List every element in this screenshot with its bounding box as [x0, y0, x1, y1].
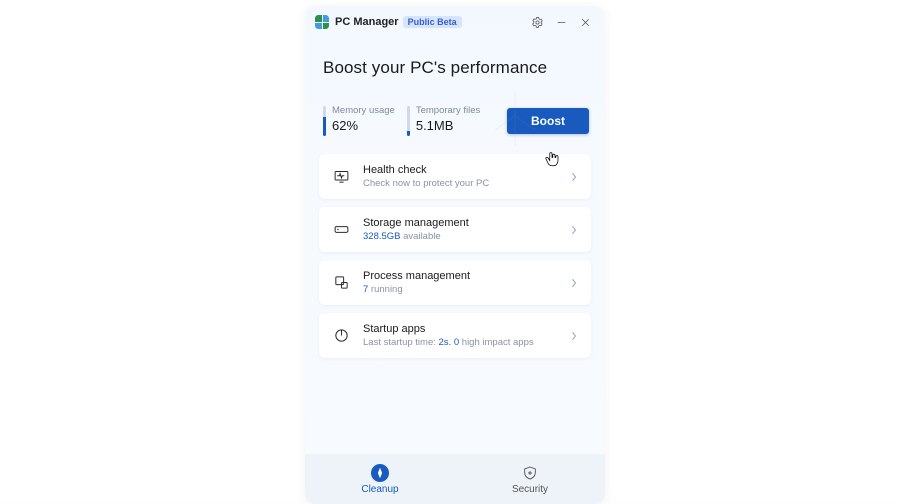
minimize-icon: [555, 16, 568, 29]
shield-icon: [521, 464, 539, 482]
health-check-title: Health check: [363, 164, 555, 176]
memory-usage-stat: Memory usage 62%: [323, 106, 395, 136]
temp-files-label: Temporary files: [416, 106, 480, 116]
chevron-right-icon: [567, 170, 581, 184]
app-logo-icon: [315, 15, 329, 29]
settings-button[interactable]: [525, 10, 549, 34]
stats-row: Memory usage 62% Temporary files 5.1MB B…: [305, 88, 605, 150]
pc-manager-window: PC Manager Public Beta Boost y: [305, 6, 605, 504]
health-monitor-icon: [331, 167, 351, 187]
process-subtitle: 7 running: [363, 284, 555, 295]
process-running-suffix: running: [368, 284, 402, 295]
process-title: Process management: [363, 270, 555, 282]
storage-available-suffix: available: [401, 231, 441, 242]
startup-subtitle: Last startup time: 2s. 0 high impact app…: [363, 337, 555, 348]
chevron-right-icon: [567, 276, 581, 290]
tab-cleanup-label: Cleanup: [361, 484, 398, 495]
beta-badge: Public Beta: [403, 16, 462, 28]
tab-security-label: Security: [512, 484, 548, 495]
storage-subtitle: 328.5GB available: [363, 231, 555, 242]
storage-icon: [331, 220, 351, 240]
temp-files-value: 5.1MB: [416, 118, 480, 133]
titlebar: PC Manager Public Beta: [305, 6, 605, 38]
startup-apps-card[interactable]: Startup apps Last startup time: 2s. 0 hi…: [319, 313, 591, 358]
close-button[interactable]: [573, 10, 597, 34]
chevron-right-icon: [567, 329, 581, 343]
memory-value: 62%: [332, 118, 395, 133]
process-management-card[interactable]: Process management 7 running: [319, 260, 591, 305]
page-title: Boost your PC's performance: [323, 58, 589, 78]
memory-label: Memory usage: [332, 106, 395, 116]
header: Boost your PC's performance: [305, 38, 605, 88]
windmill-decoration: [485, 86, 545, 151]
startup-title: Startup apps: [363, 323, 555, 335]
cleanup-icon: [371, 464, 389, 482]
startup-sub-suffix: high impact apps: [459, 337, 533, 348]
process-icon: [331, 273, 351, 293]
startup-time-value: 2s.: [439, 337, 452, 348]
app-title: PC Manager: [335, 16, 399, 28]
storage-management-card[interactable]: Storage management 328.5GB available: [319, 207, 591, 252]
minimize-button[interactable]: [549, 10, 573, 34]
close-icon: [579, 16, 592, 29]
bottom-nav: Cleanup Security: [305, 454, 605, 504]
tab-security[interactable]: Security: [455, 454, 605, 504]
storage-title: Storage management: [363, 217, 555, 229]
startup-sub-prefix: Last startup time:: [363, 337, 439, 348]
power-icon: [331, 326, 351, 346]
feature-cards: Health check Check now to protect your P…: [305, 150, 605, 358]
health-check-subtitle: Check now to protect your PC: [363, 178, 555, 189]
tab-cleanup[interactable]: Cleanup: [305, 454, 455, 504]
health-check-card[interactable]: Health check Check now to protect your P…: [319, 154, 591, 199]
storage-available-value: 328.5GB: [363, 231, 401, 242]
chevron-right-icon: [567, 223, 581, 237]
temp-files-stat: Temporary files 5.1MB: [407, 106, 480, 136]
gear-icon: [531, 16, 544, 29]
